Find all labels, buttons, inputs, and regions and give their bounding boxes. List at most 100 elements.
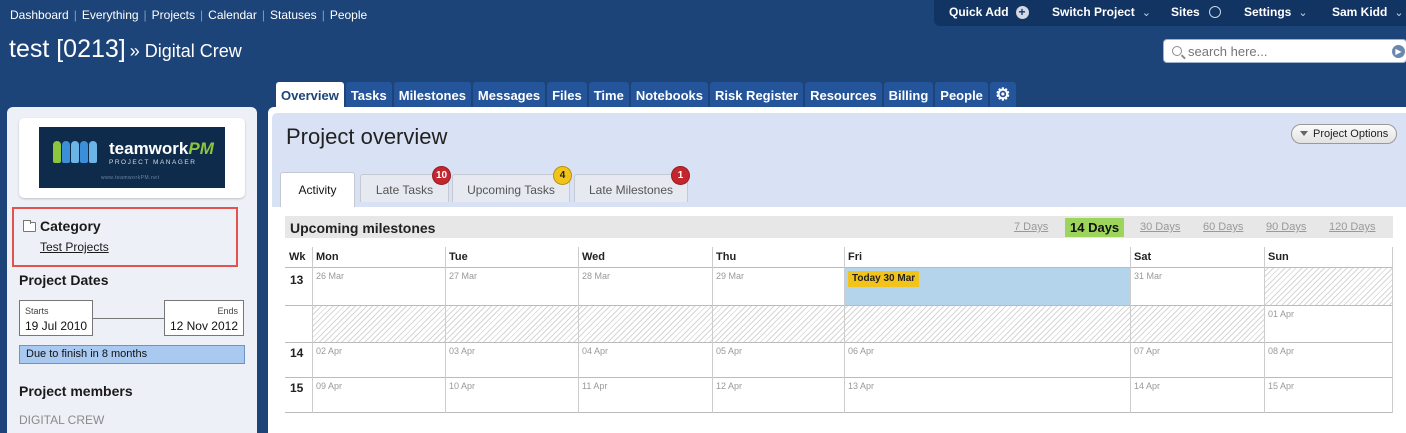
nav-separator: | <box>143 8 147 22</box>
top-nav: Dashboard | Everything | Projects | Calenda… <box>10 8 367 22</box>
day-cell-date: 04 Apr <box>582 346 609 356</box>
hatched-cell <box>1264 267 1393 305</box>
late-tasks-badge: 10 <box>432 166 451 185</box>
start-date-label: Starts <box>25 306 49 316</box>
project-dates-title: Project Dates <box>19 272 109 288</box>
tab-files[interactable]: Files <box>547 82 587 108</box>
day-cell-date: 06 Apr <box>848 346 875 356</box>
grid-line <box>844 247 845 413</box>
start-date-value: 19 Jul 2010 <box>25 319 88 333</box>
project-options-button[interactable]: Project Options <box>1291 124 1397 144</box>
folder-icon <box>23 220 36 232</box>
sites-button[interactable]: Sites <box>1171 5 1221 19</box>
day-cell-date: 29 Mar <box>716 271 745 281</box>
user-name: Sam Kidd <box>1332 5 1388 19</box>
search-input[interactable] <box>1188 43 1388 59</box>
plus-icon: + <box>1015 5 1029 19</box>
end-date-label: Ends <box>217 306 238 316</box>
tab-tasks[interactable]: Tasks <box>345 82 392 108</box>
search-go-icon[interactable]: ▶ <box>1392 45 1405 58</box>
nav-separator: | <box>321 8 325 22</box>
subtab-upcoming-tasks[interactable]: Upcoming Tasks 4 <box>452 166 572 202</box>
subtab-activity-label: Activity <box>298 183 337 197</box>
grid-line <box>1264 247 1265 413</box>
project-sidebar: teamworkPM PROJECT MANAGER www.teamworkP… <box>7 107 257 433</box>
day-header-wed: Wed <box>582 251 606 263</box>
page-title: test [0213]» Digital Crew <box>9 35 242 64</box>
day-cell-date: 08 Apr <box>1268 346 1295 356</box>
tab-settings-gear-icon[interactable]: ⚙ <box>989 82 1016 108</box>
day-header-sat: Sat <box>1134 251 1152 263</box>
chevron-down-icon: ⌄ <box>1141 6 1151 19</box>
tab-time[interactable]: Time <box>588 82 629 108</box>
chevron-down-icon: ⌄ <box>1298 6 1308 19</box>
day-cell-date: 27 Mar <box>449 271 478 281</box>
range-60-days[interactable]: 60 Days <box>1203 221 1243 233</box>
grid-line <box>312 247 313 413</box>
category-link[interactable]: Test Projects <box>40 240 109 254</box>
day-header-fri: Fri <box>848 251 863 263</box>
settings-button[interactable]: Settings ⌄ <box>1244 5 1308 19</box>
logo-url: www.teamworkPM.net <box>101 175 160 181</box>
day-header-thu: Thu <box>716 251 737 263</box>
category-section: Category Test Projects <box>12 207 238 267</box>
late-milestones-badge: 1 <box>671 166 690 185</box>
overview-panel: Project overview Project Options Activit… <box>268 107 1406 433</box>
grid-line <box>578 247 579 413</box>
tab-people[interactable]: People <box>935 82 988 108</box>
user-menu-button[interactable]: Sam Kidd ⌄ <box>1332 5 1404 19</box>
week-number: 15 <box>290 381 304 395</box>
grid-line <box>445 247 446 413</box>
nav-everything[interactable]: Everything <box>82 8 139 22</box>
milestones-calendar: Wk Mon Tue Wed Thu Fri Sat Sun 13 26 Mar… <box>285 247 1393 413</box>
range-120-days[interactable]: 120 Days <box>1329 221 1375 233</box>
grid-line <box>712 247 713 413</box>
day-cell-date: 13 Apr <box>848 381 875 391</box>
tab-risk-register[interactable]: Risk Register <box>709 82 804 108</box>
overview-title: Project overview <box>286 124 448 149</box>
settings-label: Settings <box>1244 5 1292 19</box>
range-7-days[interactable]: 7 Days <box>1014 221 1048 233</box>
day-header-sun: Sun <box>1268 251 1289 263</box>
subtab-activity[interactable]: Activity <box>280 172 355 207</box>
nav-separator: | <box>200 8 204 22</box>
subtab-late-tasks-label: Late Tasks <box>375 183 434 197</box>
logo-card: teamworkPM PROJECT MANAGER www.teamworkP… <box>19 118 245 198</box>
nav-calendar[interactable]: Calendar <box>208 8 257 22</box>
tab-notebooks[interactable]: Notebooks <box>630 82 708 108</box>
day-header-tue: Tue <box>449 251 468 263</box>
project-options-label: Project Options <box>1313 128 1389 140</box>
logo-tagline: PROJECT MANAGER <box>109 159 197 166</box>
day-cell-date: 26 Mar <box>316 271 345 281</box>
subtab-late-tasks[interactable]: Late Tasks 10 <box>360 166 451 202</box>
range-30-days[interactable]: 30 Days <box>1140 221 1180 233</box>
company-name: » Digital Crew <box>129 41 242 61</box>
nav-dashboard[interactable]: Dashboard <box>10 8 69 22</box>
tab-resources[interactable]: Resources <box>805 82 882 108</box>
tab-messages[interactable]: Messages <box>472 82 546 108</box>
grid-line <box>285 377 1393 378</box>
date-connector-line <box>93 318 164 319</box>
member-company: DIGITAL CREW <box>19 413 105 427</box>
grid-line <box>285 342 1393 343</box>
quick-add-button[interactable]: Quick Add + <box>949 5 1029 19</box>
nav-people[interactable]: People <box>330 8 367 22</box>
week-number: 14 <box>290 346 304 360</box>
subtab-late-milestones[interactable]: Late Milestones 1 <box>574 166 690 202</box>
nav-projects[interactable]: Projects <box>152 8 195 22</box>
search-box: ▶ <box>1163 39 1406 63</box>
range-90-days[interactable]: 90 Days <box>1266 221 1306 233</box>
nav-statuses[interactable]: Statuses <box>270 8 317 22</box>
subtab-upcoming-tasks-label: Upcoming Tasks <box>467 183 555 197</box>
hatched-row <box>312 305 1264 342</box>
range-14-days[interactable]: 14 Days <box>1065 218 1125 237</box>
tab-milestones[interactable]: Milestones <box>393 82 471 108</box>
tab-overview[interactable]: Overview <box>276 82 344 108</box>
logo-people-icon <box>53 141 98 168</box>
switch-project-button[interactable]: Switch Project ⌄ <box>1052 5 1151 19</box>
today-label: Today 30 Mar <box>848 271 920 287</box>
tab-billing[interactable]: Billing <box>883 82 934 108</box>
account-bar: Quick Add + Switch Project ⌄ Sites Setti… <box>934 0 1406 26</box>
overview-header: Project overview Project Options Activit… <box>272 113 1406 207</box>
quick-add-label: Quick Add <box>949 5 1009 19</box>
